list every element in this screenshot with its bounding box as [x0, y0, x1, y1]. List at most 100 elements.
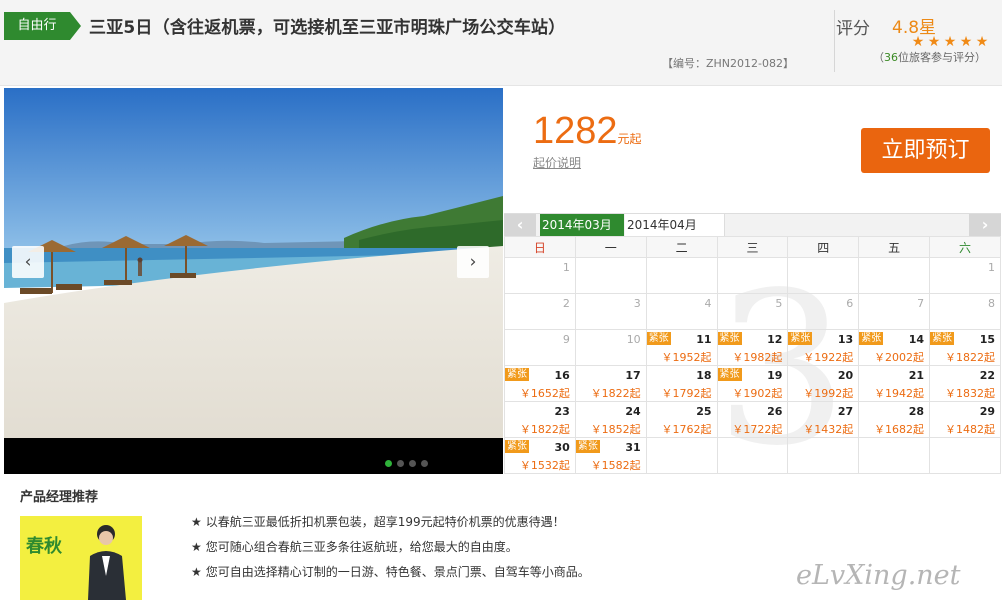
photo-prev-button[interactable]: ‹ [12, 246, 44, 278]
calendar-day[interactable]: 12 紧张 ￥1982起 [716, 329, 789, 366]
day-number: 17 [625, 369, 641, 382]
calendar-day: 4 [645, 293, 718, 330]
weekday-header: 日 [504, 236, 576, 258]
day-price: ￥1432起 [803, 423, 854, 436]
scarce-badge: 紧张 [788, 332, 813, 345]
manager-photo: 春秋 [20, 516, 142, 600]
day-number: 12 [767, 333, 783, 346]
month-next-button[interactable]: › [969, 214, 1001, 236]
day-number: 26 [767, 405, 783, 418]
calendar-week: 30 紧张 ￥1532起 31 紧张 ￥1582起 [504, 437, 1001, 474]
calendar-day[interactable]: 18 ￥1792起 [645, 365, 718, 402]
day-number: 28 [908, 405, 925, 418]
slider-dot[interactable] [421, 460, 428, 467]
calendar-day[interactable]: 28 ￥1682起 [858, 401, 931, 438]
day-number: 19 [767, 369, 783, 382]
day-price: ￥1652起 [519, 387, 570, 400]
tag-arrow-icon [70, 12, 81, 40]
day-price: ￥1722起 [732, 423, 783, 436]
day-price: ￥1682起 [874, 423, 925, 436]
scarce-badge: 紧张 [717, 368, 742, 381]
month-bar: ‹ 2014年03月 2014年04月 › [504, 213, 1001, 236]
star-icon: ★ [959, 34, 973, 50]
calendar-week: 23 ￥1822起 24 ￥1852起 25 ￥1762起 26 ￥1722起 27 ￥1432起… [504, 401, 1001, 438]
product-code: 【编号：ZHN2012-082】 [662, 57, 794, 70]
calendar-week: 9 10 11 紧张 ￥1952起 12 紧张 ￥1982起 13 紧张 ￥1922起 14 紧张 ￥20… [504, 329, 1001, 366]
day-number: 21 [908, 369, 925, 382]
calendar-day: 6 [787, 293, 860, 330]
calendar-day[interactable]: 19 紧张 ￥1902起 [716, 365, 789, 402]
day-number: 8 [988, 297, 995, 310]
calendar-week: 16 紧张 ￥1652起 17 ￥1822起 18 ￥1792起 19 紧张 ￥1902起 20 ￥1… [504, 365, 1001, 402]
manager-section-title: 产品经理推荐 [20, 490, 99, 505]
day-number: 22 [979, 369, 995, 382]
photo-next-button[interactable]: › [457, 246, 489, 278]
calendar-day[interactable]: 21 ￥1942起 [858, 365, 931, 402]
site-watermark: eLvXing.net [796, 560, 961, 591]
slider-dot[interactable] [397, 460, 404, 467]
calendar-day[interactable]: 20 ￥1992起 [787, 365, 860, 402]
calendar-day[interactable]: 17 ￥1822起 [574, 365, 647, 402]
slider-dot[interactable] [409, 460, 416, 467]
calendar-day: 2 [504, 293, 576, 330]
scarce-badge: 紧张 [717, 332, 742, 345]
day-price: ￥1822起 [945, 351, 995, 364]
review-suffix: 位旅客参与评分） [898, 51, 986, 64]
calendar-day: 8 [929, 293, 1001, 330]
slider-dots-bar [4, 438, 503, 474]
calendar-day [645, 257, 718, 294]
calendar-day: 3 [574, 293, 647, 330]
manager-photo-text: 春秋 [26, 535, 63, 557]
day-price: ￥1942起 [874, 387, 925, 400]
calendar-day[interactable]: 23 ￥1822起 [504, 401, 576, 438]
weekday-header: 四 [787, 236, 860, 258]
bullet-star-icon: ★ [191, 540, 202, 554]
calendar-day[interactable]: 27 ￥1432起 [787, 401, 860, 438]
calendar-day [787, 437, 860, 474]
calendar-day: 9 [504, 329, 576, 366]
bullet-star-icon: ★ [191, 565, 202, 579]
weekday-row: 日一二三四五六 [504, 236, 1001, 258]
calendar-day[interactable]: 22 ￥1832起 [929, 365, 1001, 402]
book-now-button[interactable]: 立即预订 [861, 128, 990, 173]
calendar-day[interactable]: 31 紧张 ￥1582起 [574, 437, 647, 474]
calendar-day: 10 [574, 329, 647, 366]
calendar-day: 5 [716, 293, 789, 330]
day-number: 2 [562, 297, 570, 310]
calendar-day[interactable]: 24 ￥1852起 [574, 401, 647, 438]
recommendation-text: 您可自由选择精心订制的一日游、特色餐、景点门票、自驾车等小商品。 [205, 565, 590, 579]
review-number: 36 [884, 51, 898, 64]
day-number: 1 [988, 261, 995, 274]
day-number: 10 [626, 333, 641, 346]
calendar-day[interactable]: 11 紧张 ￥1952起 [645, 329, 718, 366]
category-tag[interactable]: 自由行 [4, 12, 81, 40]
day-number: 7 [917, 297, 925, 310]
calendar-day[interactable]: 30 紧张 ￥1532起 [504, 437, 576, 474]
calendar-day[interactable]: 15 紧张 ￥1822起 [929, 329, 1001, 366]
price-note-link[interactable]: 起价说明 [533, 154, 581, 171]
star-icon: ★ [927, 34, 941, 50]
calendar-day [858, 257, 931, 294]
month-prev-button[interactable]: ‹ [504, 214, 536, 236]
day-price: ￥1832起 [945, 387, 995, 400]
calendar-body: 1 1 2 3 4 5 6 7 8 9 10 11 紧张 ￥1952起 12 紧张 ￥1982起 13 紧张 ￥192… [504, 257, 1001, 474]
calendar-day[interactable]: 14 紧张 ￥2002起 [858, 329, 931, 366]
calendar-day[interactable]: 29 ￥1482起 [929, 401, 1001, 438]
review-prefix: （ [873, 51, 884, 64]
calendar-day[interactable]: 25 ￥1762起 [645, 401, 718, 438]
day-number: 9 [562, 333, 570, 346]
day-number: 23 [554, 405, 570, 418]
tab-month-april[interactable]: 2014年04月 [625, 214, 725, 236]
weekday-header: 二 [645, 236, 718, 258]
calendar-day [929, 437, 1001, 474]
rating-divider [834, 10, 835, 72]
calendar-day: 1 [504, 257, 576, 294]
calendar-day[interactable]: 16 紧张 ￥1652起 [504, 365, 576, 402]
day-price: ￥1902起 [732, 387, 783, 400]
calendar-day[interactable]: 13 紧张 ￥1922起 [787, 329, 860, 366]
calendar-day[interactable]: 26 ￥1722起 [716, 401, 789, 438]
review-count[interactable]: （36位旅客参与评分） [873, 49, 986, 65]
day-price: ￥1762起 [661, 423, 712, 436]
slider-dot[interactable] [385, 460, 392, 467]
tab-month-march[interactable]: 2014年03月 [540, 214, 624, 236]
